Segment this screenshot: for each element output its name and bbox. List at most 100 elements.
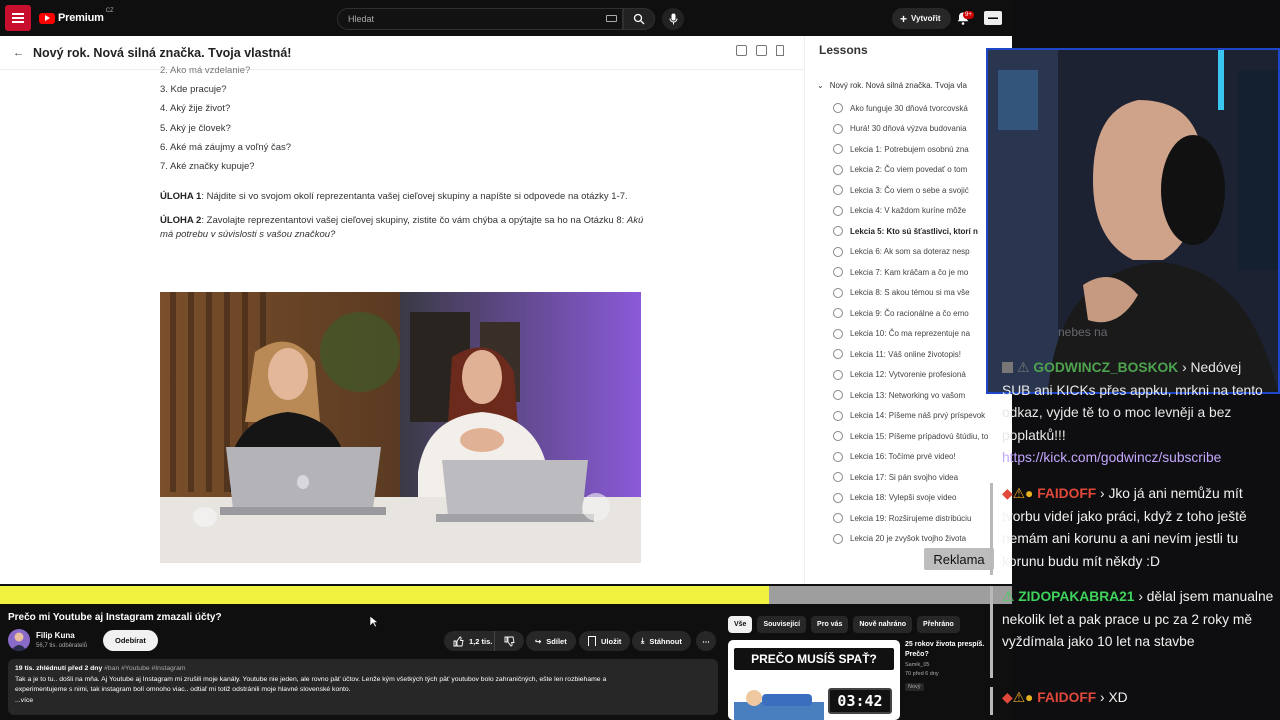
recommended-channel[interactable]: Samik_05 [905, 661, 939, 670]
plus-icon: + [900, 11, 908, 26]
lesson-item[interactable]: Lekcia 12: Vytvorenie profesioná [833, 365, 966, 385]
list-item: 5. Aký je človek? [160, 122, 231, 134]
video-frame-image [160, 292, 641, 563]
lesson-status-radio[interactable] [833, 328, 843, 339]
lesson-label: Lekcia 10: Čo ma reprezentuje na [850, 329, 971, 338]
lesson-status-radio[interactable] [833, 267, 843, 277]
lesson-label: Lekcia 9: Čo racionálne a čo emo [850, 308, 969, 318]
lesson-item[interactable]: Lekcia 16: Točíme prvé video! [833, 447, 956, 467]
video-description[interactable]: 19 tis. zhlédnutí před 2 dny #ban #Youtu… [8, 659, 718, 715]
recommended-video-thumbnail[interactable]: PREČO MUSÍŠ SPAŤ? 03:42 [728, 640, 900, 720]
lesson-status-radio[interactable] [833, 513, 843, 523]
menu-icon[interactable] [5, 5, 31, 31]
notes-icon[interactable] [756, 45, 767, 56]
lesson-item[interactable]: Lekcia 20 je zvyšok tvojho života [833, 529, 966, 549]
keyboard-icon[interactable] [606, 15, 617, 22]
lesson-item[interactable]: Hurá! 30 dňová výzva budovania [833, 119, 967, 139]
lesson-label: Lekcia 11: Váš online životopis! [850, 349, 962, 359]
lesson-status-radio[interactable] [833, 492, 843, 503]
lesson-status-radio[interactable] [833, 246, 843, 257]
more-actions-button[interactable]: ⋯ [696, 631, 716, 651]
chat-username[interactable]: FAIDOFF [1037, 486, 1096, 501]
search-icon [633, 13, 645, 25]
view-count-date: 19 tis. zhlédnutí před 2 dny [15, 665, 105, 672]
new-badge: Nový [905, 683, 924, 691]
video-info: Prečo mi Youtube aj Instagram zmazali úč… [0, 604, 1012, 720]
lesson-status-radio[interactable] [833, 287, 843, 298]
lesson-item[interactable]: Lekcia 4: V každom kuríne môže [833, 201, 966, 221]
sleeping-person-image [734, 690, 824, 720]
lesson-item[interactable]: Lekcia 11: Váš online životopis! [833, 344, 961, 364]
hashtags[interactable]: #ban #Youtube #Instagram [104, 665, 185, 672]
lesson-status-radio[interactable] [833, 103, 843, 113]
lesson-status-radio[interactable] [833, 144, 843, 154]
lesson-item[interactable]: Lekcia 2: Čo viem povedať o tom [833, 160, 967, 180]
lesson-status-radio[interactable] [833, 369, 843, 380]
chip-for-you[interactable]: Pro vás [811, 616, 849, 633]
chip-watched[interactable]: Přehráno [917, 616, 960, 633]
lesson-item[interactable]: Lekcia 15: Píšeme prípadovú štúdiu, to [833, 426, 988, 446]
lesson-item[interactable]: Lekcia 3: Čo viem o sebe a svojić [833, 180, 969, 200]
lesson-item[interactable]: Lekcia 6: Ak som sa doteraz nesp [833, 242, 970, 262]
dislike-button[interactable] [494, 631, 524, 651]
lesson-video[interactable] [160, 292, 641, 563]
back-arrow-icon[interactable]: ← [13, 47, 24, 59]
lesson-status-radio[interactable] [833, 123, 843, 134]
lesson-status-radio[interactable] [833, 185, 843, 195]
lesson-item[interactable]: Lekcia 13: Networking vo vašom [833, 385, 965, 405]
lesson-label: Lekcia 1: Potrebujem osobnú zna [850, 144, 969, 154]
lesson-status-radio[interactable] [833, 164, 843, 175]
create-button[interactable]: + Vytvořit [892, 8, 951, 29]
lesson-item[interactable]: Ako funguje 30 dňová tvorcovská [833, 98, 968, 118]
lesson-status-radio[interactable] [833, 226, 843, 236]
channel-avatar[interactable] [8, 629, 30, 651]
video-progress-bar[interactable] [0, 586, 1012, 604]
task-1-label: ÚLOHA 1 [160, 191, 202, 203]
chip-all[interactable]: Vše [728, 616, 753, 633]
task-2: ÚLOHA 2: Zavolajte reprezentantovi vašej… [160, 214, 650, 243]
lesson-status-radio[interactable] [833, 451, 843, 462]
chat-link[interactable]: https://kick.com/godwincz/subscribe [1002, 450, 1221, 465]
save-label: Uložit [601, 636, 622, 646]
channel-name[interactable]: Filip Kuna [36, 631, 75, 640]
chip-recently-uploaded[interactable]: Nově nahráno [853, 616, 913, 633]
lesson-status-radio[interactable] [833, 205, 843, 216]
lesson-status-radio[interactable] [833, 349, 843, 359]
search-input[interactable]: Hledat [337, 8, 623, 30]
lesson-item[interactable]: Lekcia 14: Píšeme náš prvý príspevok [833, 406, 985, 426]
lesson-item[interactable]: Lekcia 1: Potrebujem osobnú zna [833, 139, 969, 159]
lesson-item[interactable]: Lekcia 17: Si pán svojho videa [833, 467, 958, 487]
subscribe-button[interactable]: Odebírat [103, 630, 158, 651]
lesson-status-radio[interactable] [833, 472, 843, 482]
chat-username[interactable]: FAIDOFF [1037, 690, 1096, 705]
lesson-status-radio[interactable] [833, 533, 843, 544]
lesson-item[interactable]: Lekcia 18: Vylepši svoje video [833, 488, 956, 508]
chip-related[interactable]: Související [757, 616, 807, 633]
lesson-item[interactable]: Lekcia 8: S akou témou si ma vše [833, 283, 970, 303]
lesson-status-radio[interactable] [833, 390, 843, 400]
section-title: Nový rok. Nová silná značka. Tvoja vla [829, 81, 967, 90]
save-button[interactable]: Uložit [579, 631, 631, 651]
download-button[interactable]: ⤓ Stáhnout [632, 631, 691, 651]
like-button[interactable]: 1,2 tis. [444, 631, 499, 651]
screen: Premium CZ Hledat + Vytvořit 9+ ▬▬ ← Nov… [0, 0, 1280, 720]
share-button[interactable]: ↪ Sdílet [526, 631, 576, 651]
comment-icon[interactable] [736, 45, 747, 56]
youtube-logo[interactable]: Premium CZ [39, 8, 114, 24]
voice-search-button[interactable] [662, 8, 684, 30]
lesson-status-radio[interactable] [833, 431, 843, 441]
chat-username[interactable]: ZIDOPAKABRA21 [1018, 589, 1134, 604]
section-header[interactable]: ⌄ Nový rok. Nová silná značka. Tvoja vla [817, 81, 967, 90]
lesson-item[interactable]: Lekcia 5: Kto sú šťastlivci, ktorí n [833, 221, 978, 241]
lesson-item[interactable]: Lekcia 9: Čo racionálne a čo emo [833, 303, 969, 323]
lesson-item[interactable]: Lekcia 7: Kam kráčam a čo je mo [833, 262, 968, 282]
chat-username[interactable]: GODWINCZ_BOSKOK [1033, 360, 1178, 375]
lesson-item[interactable]: Lekcia 19: Rozširujeme distribúciu [833, 508, 971, 528]
lesson-status-radio[interactable] [833, 410, 843, 421]
show-more-link[interactable]: ...více [15, 696, 711, 707]
lesson-status-radio[interactable] [833, 308, 843, 318]
search-button[interactable] [623, 8, 655, 30]
lesson-item[interactable]: Lekcia 10: Čo ma reprezentuje na [833, 324, 970, 344]
account-avatar[interactable]: ▬▬ [984, 11, 1002, 25]
bookmark-icon[interactable] [776, 45, 784, 56]
